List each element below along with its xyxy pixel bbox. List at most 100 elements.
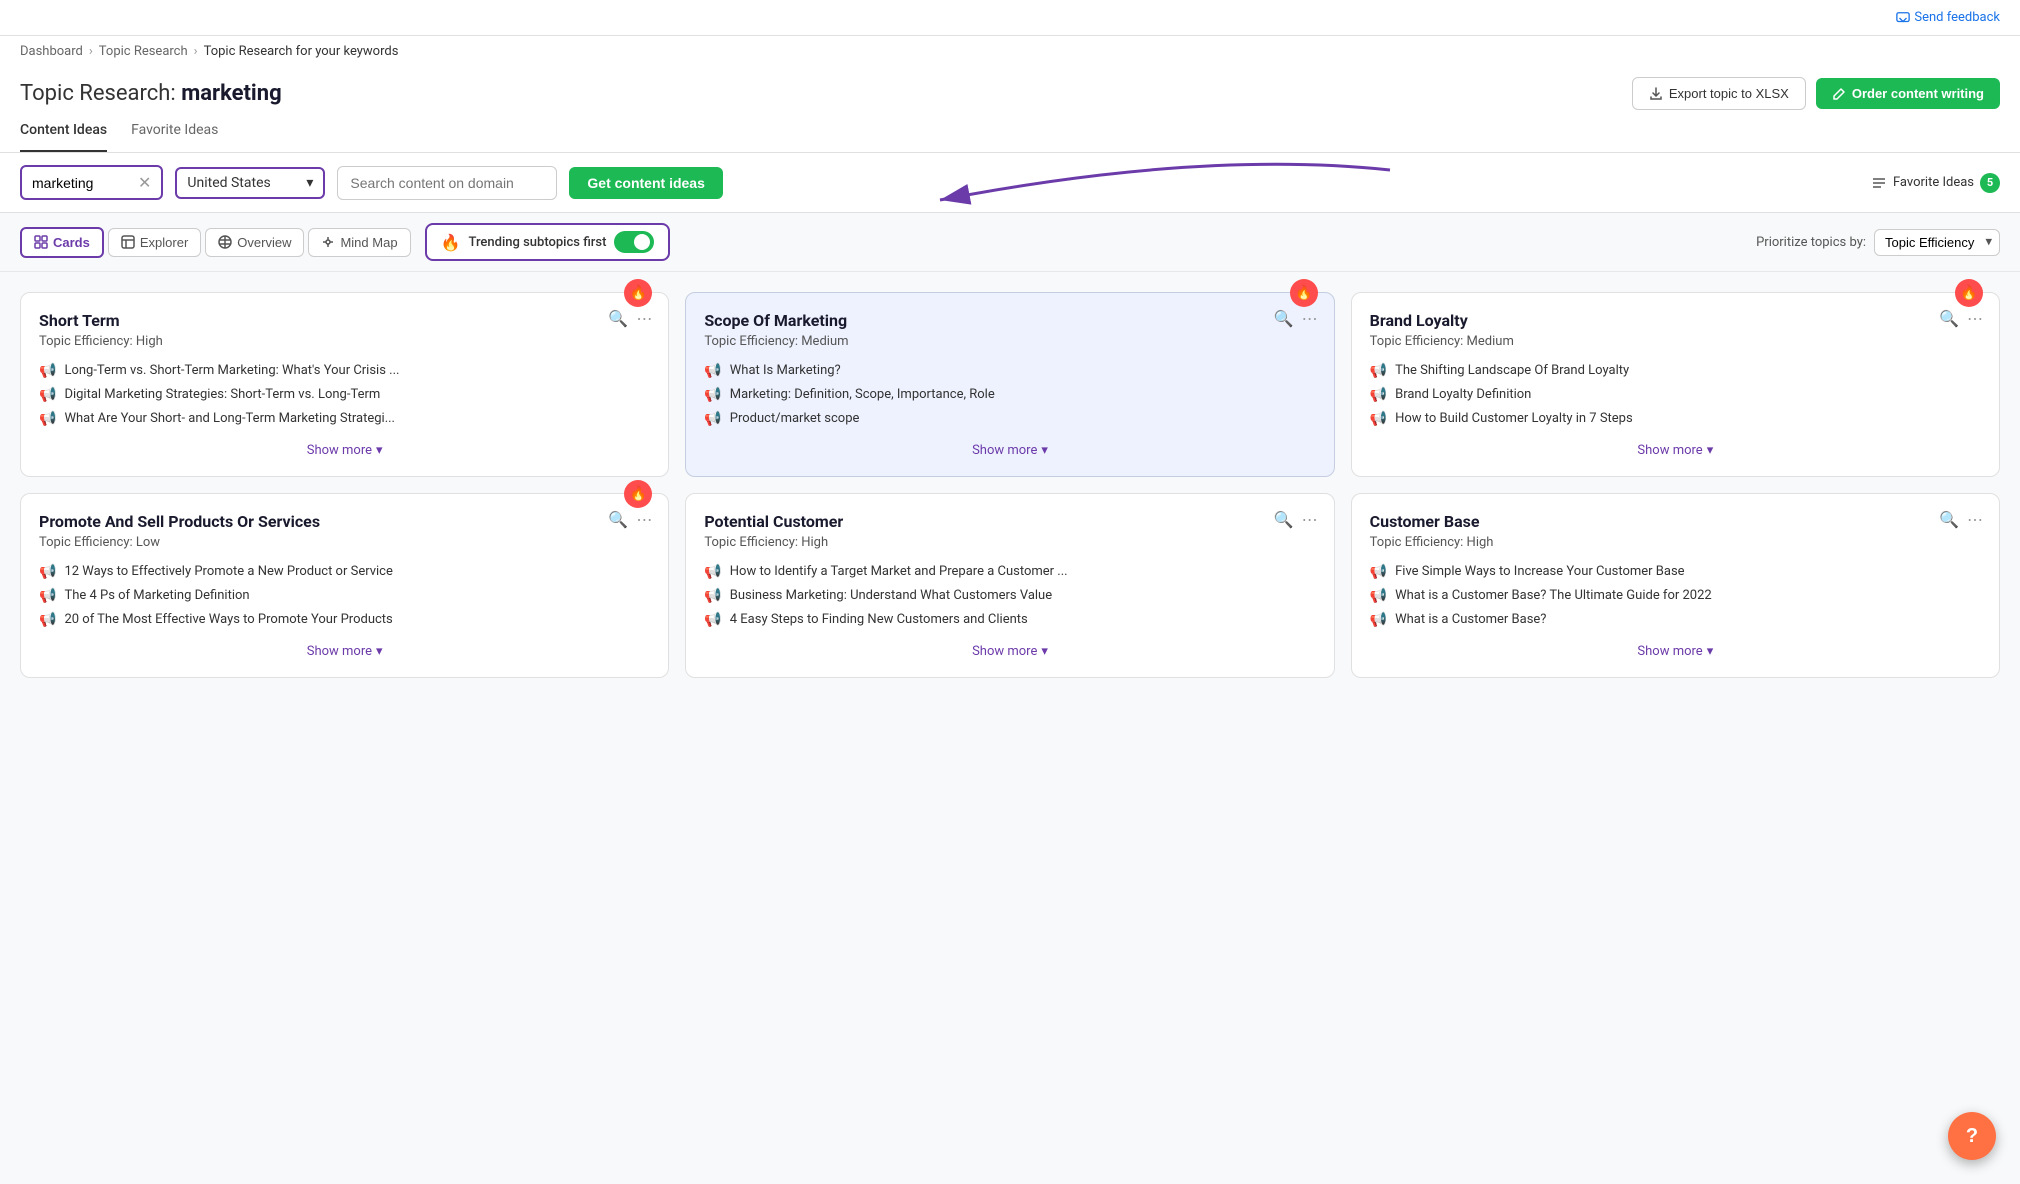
cards-grid: 🔥 🔍 ⋯ Short Term Topic Efficiency: High … [0,272,2020,698]
card-search-button[interactable]: 🔍 [608,309,628,329]
megaphone-icon: 📢 [704,411,721,427]
show-more-button[interactable]: Show more ▾ [39,644,650,659]
domain-search-input[interactable] [337,166,557,200]
chevron-down-icon: ▾ [1041,644,1048,659]
megaphone-icon: 📢 [39,387,56,403]
list-item: 📢 Digital Marketing Strategies: Short-Te… [39,387,650,403]
export-icon [1649,87,1663,101]
card-title: Promote And Sell Products Or Services [39,512,650,531]
breadcrumb: Dashboard › Topic Research › Topic Resea… [0,36,2020,67]
trending-fire-icon: 🔥 [624,480,652,508]
breadcrumb-dashboard[interactable]: Dashboard [20,44,83,59]
megaphone-icon: 📢 [39,411,56,427]
prioritize-select-wrap: Topic Efficiency Volume Difficulty [1874,229,2000,256]
card-actions: 🔍 ⋯ [608,510,652,530]
fire-icon: 🔥 [441,233,461,252]
megaphone-icon: 📢 [704,612,721,628]
chevron-down-icon: ▾ [1041,443,1048,458]
header-actions: Export topic to XLSX Order content writi… [1632,77,2000,110]
card-items: 📢 How to Identify a Target Market and Pr… [704,564,1315,628]
view-overview-button[interactable]: Overview [205,228,304,257]
card-title: Customer Base [1370,512,1981,531]
card-0: 🔥 🔍 ⋯ Short Term Topic Efficiency: High … [20,292,669,477]
show-more-button[interactable]: Show more ▾ [1370,644,1981,659]
card-actions: 🔍 ⋯ [1939,510,1983,530]
card-title: Scope Of Marketing [704,311,1315,330]
megaphone-icon: 📢 [704,363,721,379]
card-more-button[interactable]: ⋯ [1967,510,1983,530]
trending-fire-icon: 🔥 [1290,279,1318,307]
cards-icon [34,235,48,249]
show-more-button[interactable]: Show more ▾ [1370,443,1981,458]
keyword-clear-button[interactable]: ✕ [138,173,151,192]
megaphone-icon: 📢 [39,612,56,628]
country-select[interactable]: United States ▾ [175,167,325,199]
page-header: Topic Research: marketing Export topic t… [0,67,2020,110]
card-search-button[interactable]: 🔍 [1939,309,1959,329]
card-actions: 🔍 ⋯ [1274,309,1318,329]
view-buttons: Cards Explorer Overview [20,223,670,261]
order-content-button[interactable]: Order content writing [1816,78,2000,109]
card-more-button[interactable]: ⋯ [1302,309,1318,329]
tab-favorite-ideas[interactable]: Favorite Ideas [131,110,218,152]
breadcrumb-topic-research[interactable]: Topic Research [99,44,188,59]
chevron-down-icon: ▾ [306,175,313,191]
card-items: 📢 12 Ways to Effectively Promote a New P… [39,564,650,628]
megaphone-icon: 📢 [1370,411,1387,427]
tabs-row: Content Ideas Favorite Ideas [0,110,2020,153]
list-item: 📢 How to Identify a Target Market and Pr… [704,564,1315,580]
view-cards-button[interactable]: Cards [20,227,104,258]
card-actions: 🔍 ⋯ [1274,510,1318,530]
list-item: 📢 Marketing: Definition, Scope, Importan… [704,387,1315,403]
list-item: 📢 Long-Term vs. Short-Term Marketing: Wh… [39,363,650,379]
favorite-count-badge: 5 [1980,173,2000,193]
show-more-button[interactable]: Show more ▾ [704,443,1315,458]
list-item: 📢 Brand Loyalty Definition [1370,387,1981,403]
megaphone-icon: 📢 [1370,387,1387,403]
list-item: 📢 The Shifting Landscape Of Brand Loyalt… [1370,363,1981,379]
favorite-ideas-button[interactable]: Favorite Ideas 5 [1871,173,2000,193]
chevron-down-icon: ▾ [1707,644,1714,659]
view-explorer-button[interactable]: Explorer [108,228,201,257]
card-more-button[interactable]: ⋯ [1967,309,1983,329]
card-more-button[interactable]: ⋯ [1302,510,1318,530]
send-feedback-link[interactable]: Send feedback [1896,10,2000,25]
view-row: Cards Explorer Overview [0,213,2020,272]
card-more-button[interactable]: ⋯ [636,510,652,530]
list-item: 📢 Business Marketing: Understand What Cu… [704,588,1315,604]
tab-content-ideas[interactable]: Content Ideas [20,110,107,152]
list-item: 📢 Product/market scope [704,411,1315,427]
list-item: 📢 What is a Customer Base? The Ultimate … [1370,588,1981,604]
list-item: 📢 Five Simple Ways to Increase Your Cust… [1370,564,1981,580]
card-title: Potential Customer [704,512,1315,531]
card-search-button[interactable]: 🔍 [1274,309,1294,329]
help-button[interactable]: ? [1948,1112,1996,1160]
chevron-down-icon: ▾ [1707,443,1714,458]
show-more-button[interactable]: Show more ▾ [704,644,1315,659]
megaphone-icon: 📢 [704,588,721,604]
list-item: 📢 12 Ways to Effectively Promote a New P… [39,564,650,580]
keyword-input[interactable] [32,175,132,191]
prioritize-select[interactable]: Topic Efficiency Volume Difficulty [1874,229,2000,256]
get-content-ideas-button[interactable]: Get content ideas [569,167,722,199]
card-search-button[interactable]: 🔍 [1939,510,1959,530]
card-items: 📢 What Is Marketing? 📢 Marketing: Defini… [704,363,1315,427]
megaphone-icon: 📢 [1370,564,1387,580]
megaphone-icon: 📢 [1370,612,1387,628]
card-efficiency: Topic Efficiency: High [39,334,650,349]
trending-toggle[interactable] [614,231,654,253]
megaphone-icon: 📢 [704,387,721,403]
card-efficiency: Topic Efficiency: High [704,535,1315,550]
card-search-button[interactable]: 🔍 [1274,510,1294,530]
list-item: 📢 4 Easy Steps to Finding New Customers … [704,612,1315,628]
explorer-icon [121,235,135,249]
card-1: 🔥 🔍 ⋯ Scope Of Marketing Topic Efficienc… [685,292,1334,477]
chevron-down-icon: ▾ [376,644,383,659]
view-mindmap-button[interactable]: Mind Map [308,228,410,257]
card-more-button[interactable]: ⋯ [636,309,652,329]
keyword-input-wrap: ✕ [20,165,163,200]
export-button[interactable]: Export topic to XLSX [1632,77,1806,110]
card-search-button[interactable]: 🔍 [608,510,628,530]
show-more-button[interactable]: Show more ▾ [39,443,650,458]
megaphone-icon: 📢 [39,564,56,580]
